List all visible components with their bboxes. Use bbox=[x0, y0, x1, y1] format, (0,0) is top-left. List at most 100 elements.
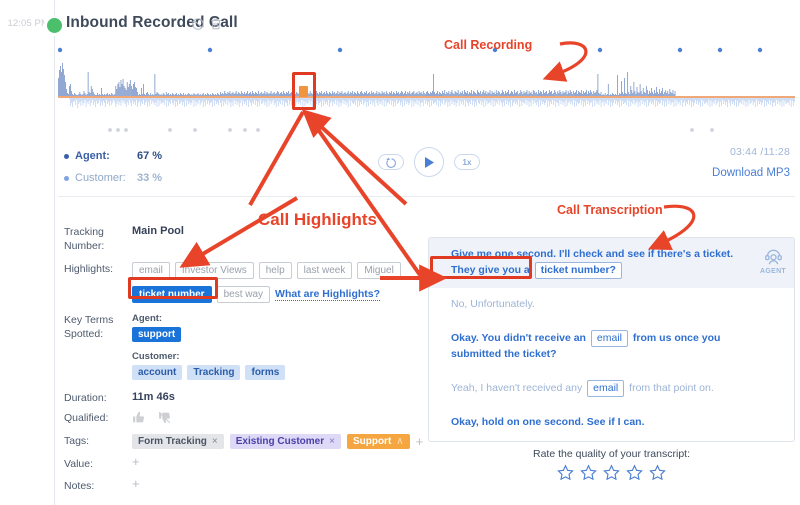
add-notes-button[interactable]: + bbox=[132, 476, 140, 491]
agent-label: Agent: bbox=[75, 150, 110, 162]
highlights-chip-row-1[interactable]: email Investor Views help last week Miguel bbox=[132, 262, 424, 279]
highlight-chip-2[interactable]: help bbox=[258, 262, 292, 279]
highlights-label: Highlights: bbox=[64, 263, 114, 275]
customer-bullet-icon bbox=[64, 175, 69, 181]
highlights-chip-row-2[interactable]: ticket number best way What are Highlight… bbox=[132, 286, 424, 303]
transcript-lines[interactable]: Give me one second. I'll check and see i… bbox=[429, 238, 794, 439]
highlight-chip-0[interactable]: email bbox=[132, 262, 170, 279]
highlight-chip-4[interactable]: Miguel bbox=[357, 262, 401, 279]
legend-row-agent: Agent: 67 % bbox=[64, 145, 162, 167]
duration-label: Duration: bbox=[64, 392, 107, 404]
transcript-line-2[interactable]: Okay. You didn't receive an email from u… bbox=[429, 321, 794, 371]
value-label: Value: bbox=[64, 458, 93, 470]
star-rating[interactable] bbox=[428, 464, 795, 484]
rewind-15-icon[interactable] bbox=[378, 154, 404, 170]
transcript-line-3[interactable]: Yeah, I haven't received any email from … bbox=[429, 371, 794, 406]
highlight-chip-3[interactable]: last week bbox=[296, 262, 353, 279]
add-value-button[interactable]: + bbox=[132, 454, 140, 469]
tag-remove-icon[interactable]: ∧ bbox=[396, 436, 403, 447]
call-details-panel: Tracking Number: Main Pool Highlights: e… bbox=[64, 225, 424, 497]
detail-row-highlights: Highlights: email Investor Views help last … bbox=[64, 262, 424, 303]
call-waveform[interactable] bbox=[58, 44, 795, 136]
customer-label: Customer: bbox=[75, 172, 126, 184]
transcript-rating: Rate the quality of your transcript: bbox=[428, 448, 795, 484]
playback-speed-button[interactable]: 1x bbox=[454, 154, 480, 170]
transcript-keyword[interactable]: ticket number? bbox=[534, 262, 622, 279]
transcript-keyword[interactable]: email bbox=[590, 330, 628, 347]
add-tag-button[interactable]: + bbox=[416, 435, 424, 448]
detail-row-value: Value: + bbox=[64, 454, 424, 471]
tag-remove-icon[interactable]: × bbox=[212, 436, 218, 447]
audio-player-controls[interactable]: 1x bbox=[378, 147, 480, 177]
block-icon[interactable] bbox=[191, 17, 205, 31]
tag-2[interactable]: Support ∧ bbox=[346, 434, 410, 449]
agent-bullet-icon bbox=[64, 153, 69, 159]
qualified-label: Qualified: bbox=[64, 412, 109, 424]
key-terms-label: Key Terms Spotted: bbox=[64, 314, 114, 340]
key-terms-agent-list[interactable]: support bbox=[132, 327, 424, 342]
transcript-keyword[interactable]: email bbox=[587, 380, 625, 397]
annotation-call-transcription: Call Transcription bbox=[557, 203, 663, 217]
highlight-chip-1[interactable]: Investor Views bbox=[174, 262, 254, 279]
rating-label: Rate the quality of your transcript: bbox=[533, 448, 690, 460]
tags-label: Tags: bbox=[64, 435, 90, 447]
transcript-text: Yeah, I haven't received any bbox=[451, 382, 586, 394]
key-terms-agent-label: Agent: bbox=[132, 313, 163, 324]
agent-badge-label: AGENT bbox=[760, 268, 786, 275]
tags-list[interactable]: Form Tracking × Existing Customer × Support ∧… bbox=[132, 434, 424, 449]
transcript-text: Okay, hold on one second. See if I can. bbox=[451, 416, 645, 428]
key-term-agent-0[interactable]: support bbox=[132, 327, 182, 342]
call-transcript-panel[interactable]: Give me one second. I'll check and see i… bbox=[428, 237, 795, 442]
star-3[interactable] bbox=[603, 464, 620, 484]
annotation-call-recording: Call Recording bbox=[444, 38, 533, 52]
key-term-customer-1[interactable]: Tracking bbox=[187, 365, 241, 380]
thumbs-up-icon[interactable] bbox=[132, 411, 145, 427]
playhead-marker[interactable] bbox=[299, 86, 308, 97]
agent-avatar: AGENT bbox=[760, 248, 786, 275]
duration-value: 11m 46s bbox=[132, 391, 175, 403]
highlight-chip-sel-1[interactable]: ticket number bbox=[132, 286, 212, 303]
tag-label: Existing Customer bbox=[235, 436, 325, 447]
detail-row-tags: Tags: Form Tracking × Existing Customer × Su… bbox=[64, 434, 424, 449]
play-button[interactable] bbox=[414, 147, 444, 177]
waveform-baseline bbox=[58, 96, 795, 98]
star-2[interactable] bbox=[580, 464, 597, 484]
transcript-line-1[interactable]: No, Unfortunately. bbox=[429, 288, 794, 321]
highlight-chip-sel-0[interactable]: best way bbox=[216, 286, 271, 303]
section-divider bbox=[58, 196, 795, 197]
agent-headset-icon bbox=[764, 249, 782, 265]
tag-0[interactable]: Form Tracking × bbox=[132, 434, 224, 449]
timeline-rail bbox=[54, 0, 55, 505]
tag-remove-icon[interactable]: × bbox=[329, 436, 335, 447]
waveform-canvas[interactable] bbox=[58, 44, 795, 136]
transcript-text: No, Unfortunately. bbox=[451, 298, 535, 310]
key-terms-customer-list[interactable]: account Tracking forms bbox=[132, 365, 424, 380]
what-are-highlights-link[interactable]: What are Highlights? bbox=[275, 288, 381, 301]
star-4[interactable] bbox=[626, 464, 643, 484]
tracking-number-value: Main Pool bbox=[132, 225, 184, 237]
download-mp3-link[interactable]: Download MP3 bbox=[712, 167, 790, 179]
transcript-line-4[interactable]: Okay, hold on one second. See if I can. bbox=[429, 406, 794, 439]
star-5[interactable] bbox=[649, 464, 666, 484]
trash-icon[interactable] bbox=[209, 17, 223, 31]
key-term-customer-2[interactable]: forms bbox=[245, 365, 286, 380]
header-actions bbox=[191, 17, 223, 31]
key-term-customer-0[interactable]: account bbox=[132, 365, 183, 380]
thumbs-down-icon[interactable] bbox=[158, 411, 171, 427]
transcript-text: Okay. You didn't receive an bbox=[451, 332, 589, 344]
tag-label: Form Tracking bbox=[138, 436, 207, 447]
detail-row-key-terms: Key Terms Spotted: Agent: support Custom… bbox=[64, 313, 424, 380]
tag-1[interactable]: Existing Customer × bbox=[229, 434, 341, 449]
timecode-display: 03:44 /11:28 bbox=[729, 146, 790, 158]
star-1[interactable] bbox=[557, 464, 574, 484]
green-dot-icon bbox=[47, 18, 62, 33]
annotation-call-highlights: Call Highlights bbox=[258, 210, 377, 229]
play-icon bbox=[425, 156, 434, 168]
tag-label: Support bbox=[352, 436, 392, 447]
agent-percent: 67 % bbox=[137, 150, 163, 162]
customer-percent: 33 % bbox=[137, 172, 163, 184]
detail-row-notes: Notes: + bbox=[64, 476, 424, 493]
detail-row-duration: Duration: 11m 46s bbox=[64, 391, 424, 405]
transcript-text: from that point on. bbox=[626, 382, 714, 394]
transcript-line-0[interactable]: Give me one second. I'll check and see i… bbox=[429, 238, 794, 288]
